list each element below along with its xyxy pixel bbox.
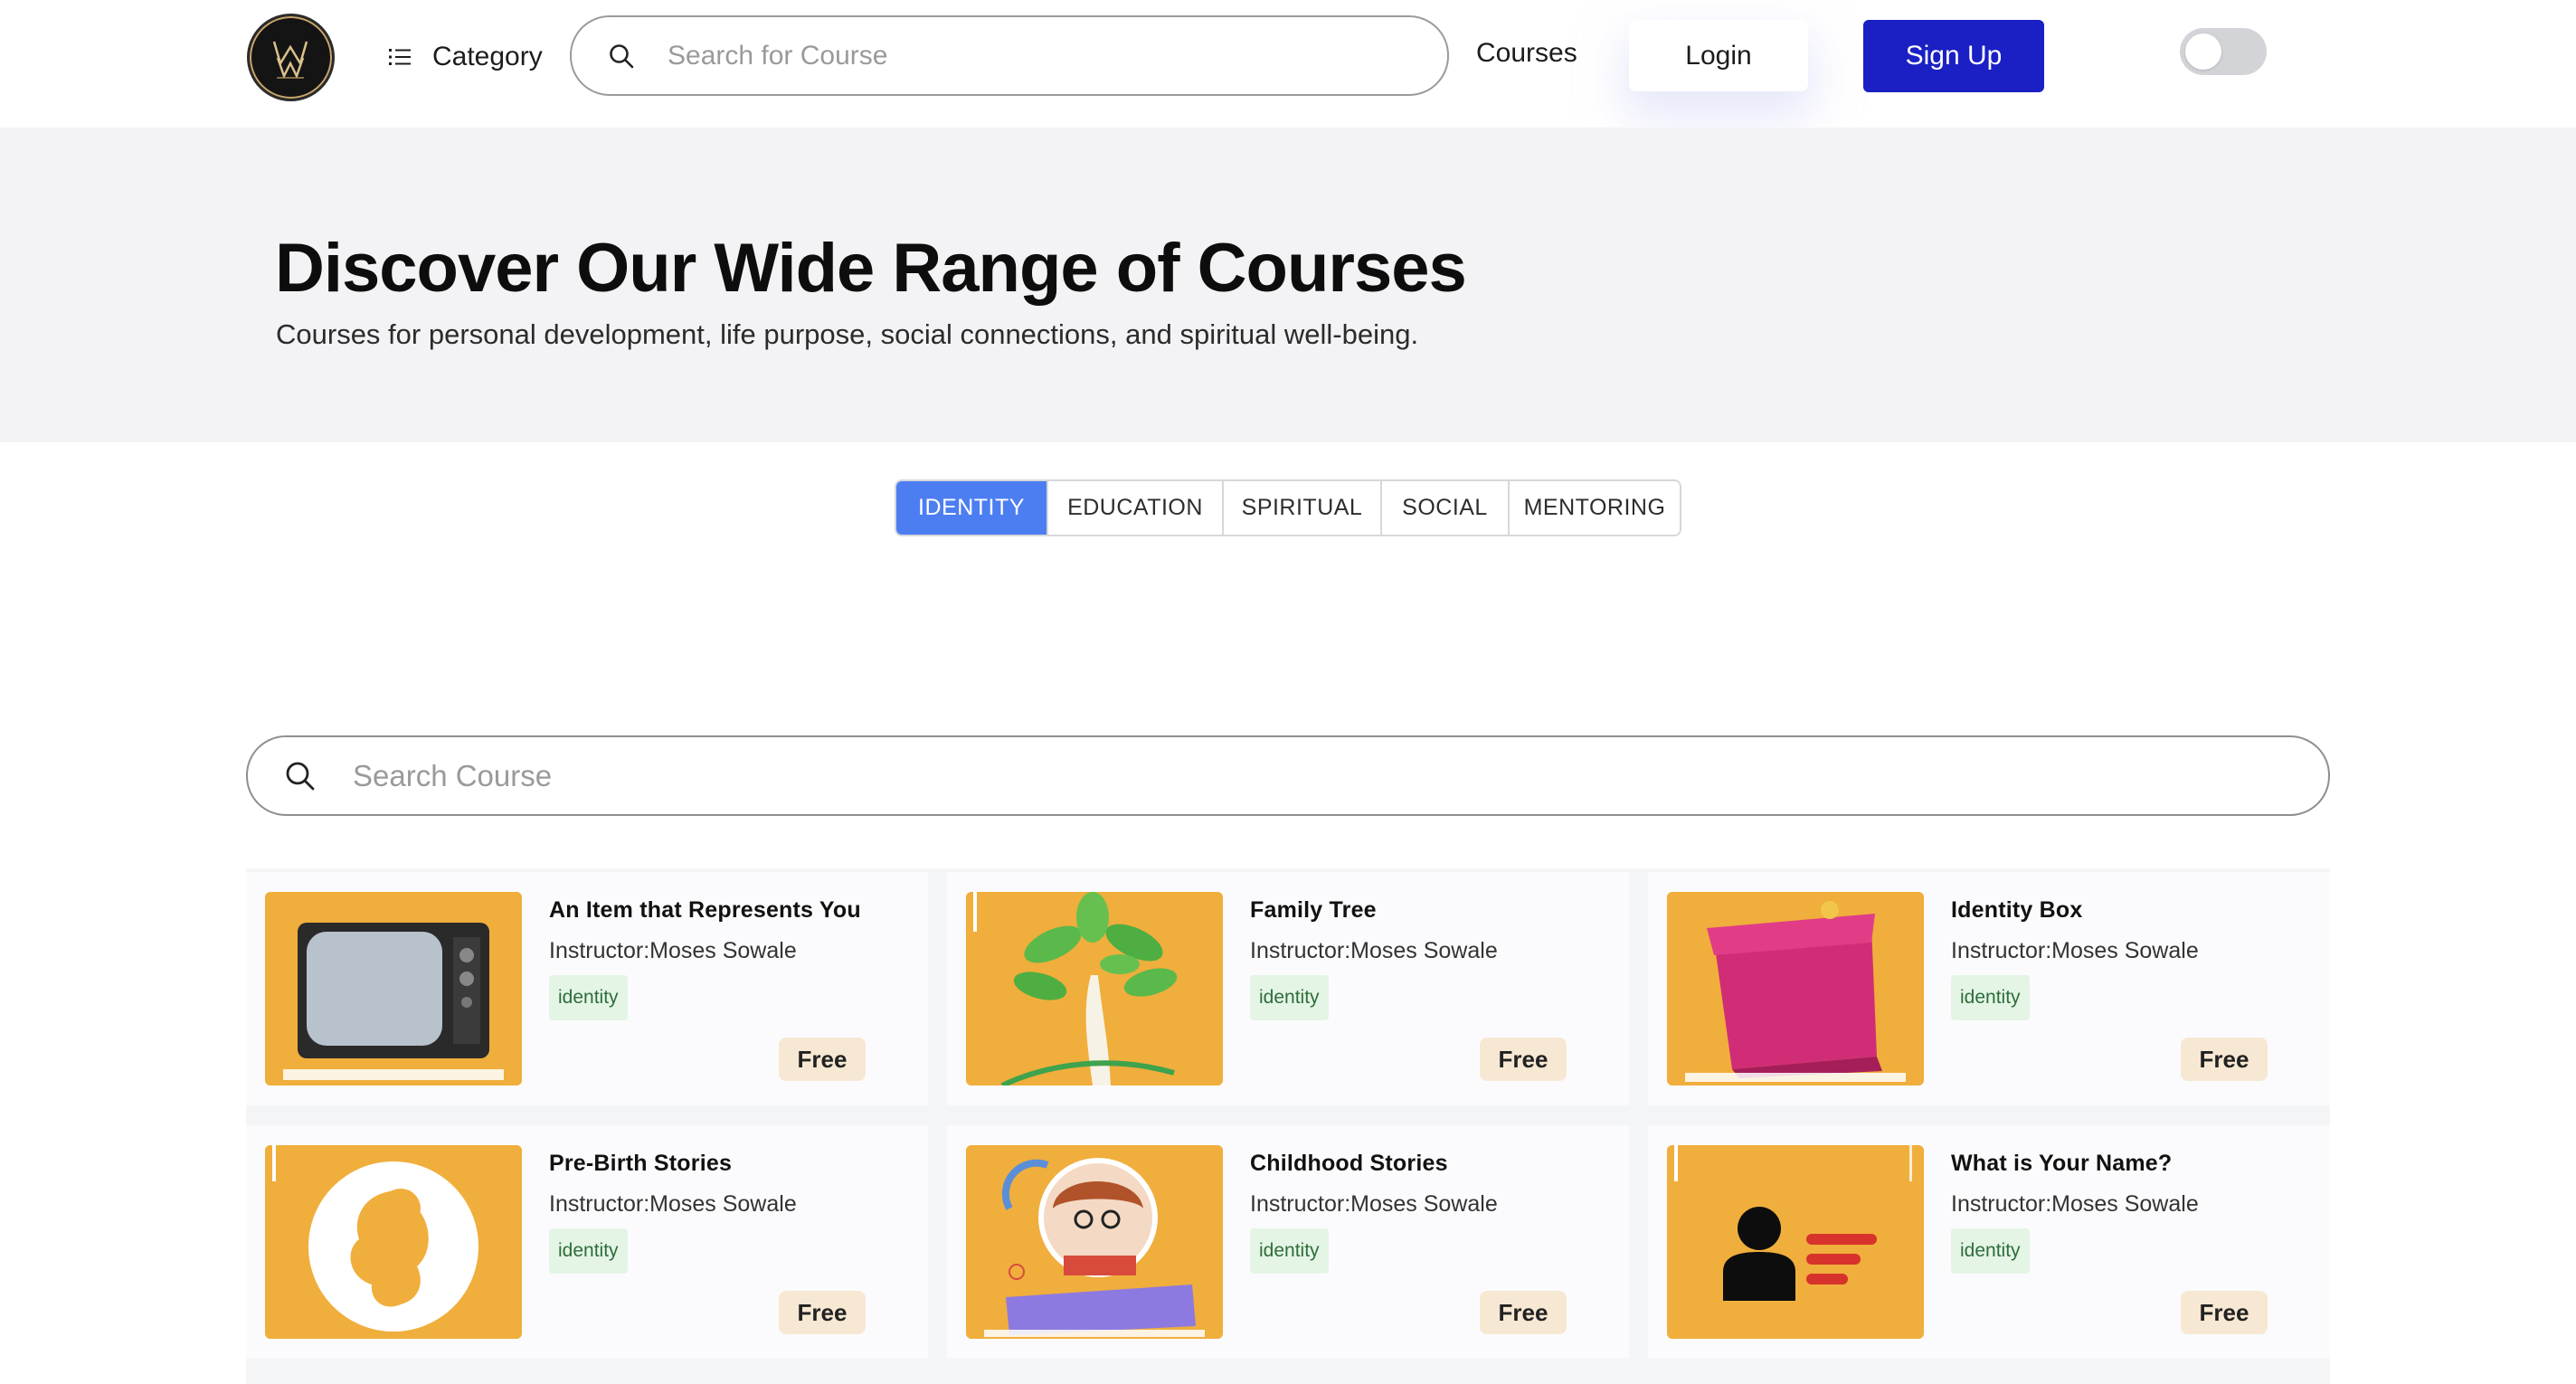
tab-spiritual[interactable]: SPIRITUAL [1224, 481, 1382, 535]
course-title[interactable]: Childhood Stories [1250, 1151, 1448, 1177]
nav-search-bar[interactable] [570, 15, 1449, 96]
theme-toggle[interactable] [2180, 28, 2267, 75]
search-icon [286, 762, 315, 790]
course-title[interactable]: An Item that Represents You [549, 897, 861, 924]
list-icon [389, 49, 411, 65]
course-tag: identity [549, 1228, 628, 1274]
tab-mentoring[interactable]: MENTORING [1510, 481, 1680, 535]
course-grid: An Item that Represents You Instructor:M… [246, 868, 2330, 1384]
brand-logo-mark [272, 41, 308, 80]
course-instructor: Instructor:Moses Sowale [549, 1191, 797, 1217]
course-price-badge: Free [1480, 1038, 1567, 1081]
tab-social[interactable]: SOCIAL [1382, 481, 1510, 535]
course-card[interactable]: Pre-Birth Stories Instructor:Moses Sowal… [246, 1125, 928, 1359]
tab-education[interactable]: EDUCATION [1048, 481, 1224, 535]
television-image [265, 892, 522, 1085]
course-card[interactable]: Identity Box Instructor:Moses Sowale ide… [1648, 872, 2330, 1105]
course-card[interactable]: An Item that Represents You Instructor:M… [246, 872, 928, 1105]
nav-courses-link[interactable]: Courses [1476, 38, 1577, 69]
signup-button[interactable]: Sign Up [1863, 20, 2044, 92]
course-price-badge: Free [1480, 1291, 1567, 1334]
page-title: Discover Our Wide Range of Courses [275, 230, 1467, 307]
course-instructor: Instructor:Moses Sowale [1951, 1191, 2199, 1217]
course-search-input[interactable] [353, 758, 2162, 793]
hero-banner: Discover Our Wide Range of Courses Cours… [0, 128, 2576, 442]
course-tag: identity [1951, 1228, 2030, 1274]
toggle-knob [2185, 33, 2221, 70]
course-title[interactable]: Family Tree [1250, 897, 1377, 924]
category-tabs: IDENTITY EDUCATION SPIRITUAL SOCIAL MENT… [895, 479, 1681, 536]
category-label: Category [432, 42, 543, 71]
course-tag: identity [549, 975, 628, 1020]
course-tag: identity [1250, 975, 1329, 1020]
child-reading-image [966, 1145, 1223, 1339]
course-price-badge: Free [2181, 1038, 2268, 1081]
course-tag: identity [1250, 1228, 1329, 1274]
page: Category Courses Login Sign Up Discover … [0, 0, 2576, 1384]
course-instructor: Instructor:Moses Sowale [1250, 1191, 1498, 1217]
top-navbar: Category Courses Login Sign Up [0, 0, 2576, 128]
course-title[interactable]: Pre-Birth Stories [549, 1151, 732, 1177]
brand-logo[interactable] [247, 14, 335, 101]
nav-search-input[interactable] [668, 40, 1391, 71]
course-instructor: Instructor:Moses Sowale [549, 938, 797, 963]
course-tag: identity [1951, 975, 2030, 1020]
fetus-image [265, 1145, 522, 1339]
gift-box-image [1667, 892, 1924, 1085]
tab-identity[interactable]: IDENTITY [896, 481, 1048, 535]
course-search-bar[interactable] [246, 735, 2330, 816]
course-price-badge: Free [779, 1291, 866, 1334]
tree-image [966, 892, 1223, 1085]
course-instructor: Instructor:Moses Sowale [1250, 938, 1498, 963]
course-price-badge: Free [2181, 1291, 2268, 1334]
login-button[interactable]: Login [1629, 20, 1808, 91]
course-title[interactable]: Identity Box [1951, 897, 2082, 924]
course-price-badge: Free [779, 1038, 866, 1081]
course-card[interactable]: What is Your Name? Instructor:Moses Sowa… [1648, 1125, 2330, 1359]
course-instructor: Instructor:Moses Sowale [1951, 938, 2199, 963]
category-menu[interactable]: Category [387, 36, 543, 78]
course-title[interactable]: What is Your Name? [1951, 1151, 2172, 1177]
page-subtitle: Courses for personal development, life p… [276, 318, 1419, 350]
person-name-image [1667, 1145, 1924, 1339]
course-card[interactable]: Childhood Stories Instructor:Moses Sowal… [947, 1125, 1629, 1359]
course-card[interactable]: Family Tree Instructor:Moses Sowale iden… [947, 872, 1629, 1105]
search-icon [610, 43, 634, 68]
